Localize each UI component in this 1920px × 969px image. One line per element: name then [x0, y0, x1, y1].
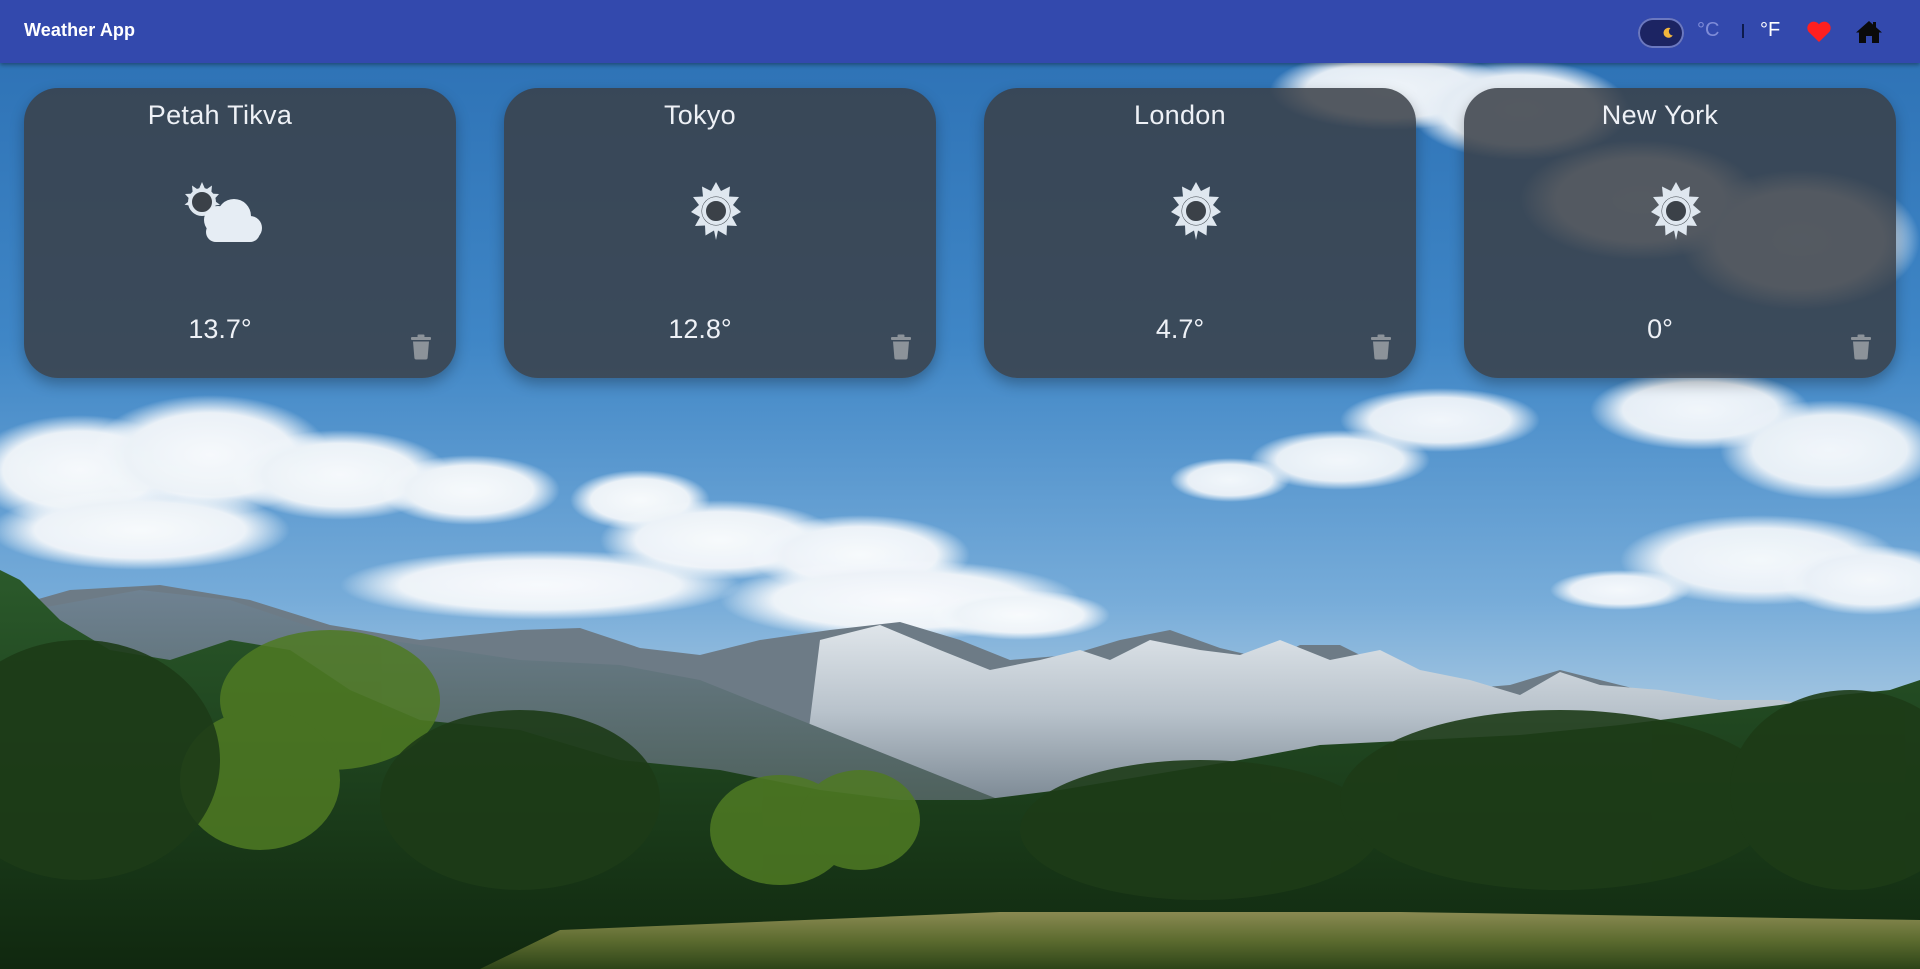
- celsius-unit-button[interactable]: °C: [1697, 19, 1719, 42]
- theme-toggle[interactable]: [1638, 18, 1684, 48]
- city-name: New York: [1601, 100, 1719, 130]
- delete-card-button[interactable]: [410, 334, 432, 360]
- temperature-value: 0°: [1647, 314, 1673, 344]
- city-name: London: [1134, 100, 1226, 130]
- sun-icon: [1651, 182, 1701, 240]
- temperature-value: 4.7°: [1155, 314, 1205, 344]
- home-icon: [1856, 21, 1882, 43]
- delete-card-button[interactable]: [1370, 334, 1392, 360]
- trash-icon: [1371, 334, 1391, 360]
- temperature-value: 13.7°: [188, 314, 252, 344]
- weather-card-london[interactable]: London 4.7°: [984, 88, 1416, 378]
- weather-card-new-york[interactable]: New York 0°: [1464, 88, 1896, 378]
- weather-card-tokyo[interactable]: Tokyo 12.8°: [504, 88, 936, 378]
- partly-cloudy-icon: [184, 182, 262, 242]
- home-link[interactable]: [1855, 19, 1883, 45]
- delete-card-button[interactable]: [890, 334, 912, 360]
- trash-icon: [411, 334, 431, 360]
- moon-icon: [1663, 27, 1673, 38]
- city-name: Tokyo: [663, 100, 737, 130]
- temperature-value: 12.8°: [668, 314, 732, 344]
- trash-icon: [1851, 334, 1871, 360]
- theme-toggle-knob[interactable]: [1658, 23, 1678, 43]
- delete-card-button[interactable]: [1850, 334, 1872, 360]
- app-title: Weather App: [24, 20, 136, 40]
- fahrenheit-unit-button[interactable]: °F: [1760, 19, 1780, 42]
- sun-icon: [691, 182, 741, 240]
- sun-icon: [1171, 182, 1221, 240]
- weather-card-petah-tikva[interactable]: Petah Tikva 13.7°: [24, 88, 456, 378]
- heart-icon: [1807, 21, 1831, 42]
- trash-icon: [891, 334, 911, 360]
- city-name: Petah Tikva: [147, 100, 293, 130]
- weather-card-grid: Petah Tikva 13.7° Tokyo 12.8° London 4.7…: [24, 88, 1896, 378]
- favorites-link[interactable]: [1806, 21, 1832, 43]
- unit-divider: [1742, 24, 1744, 38]
- app-bar: Weather App °C °F: [0, 0, 1920, 63]
